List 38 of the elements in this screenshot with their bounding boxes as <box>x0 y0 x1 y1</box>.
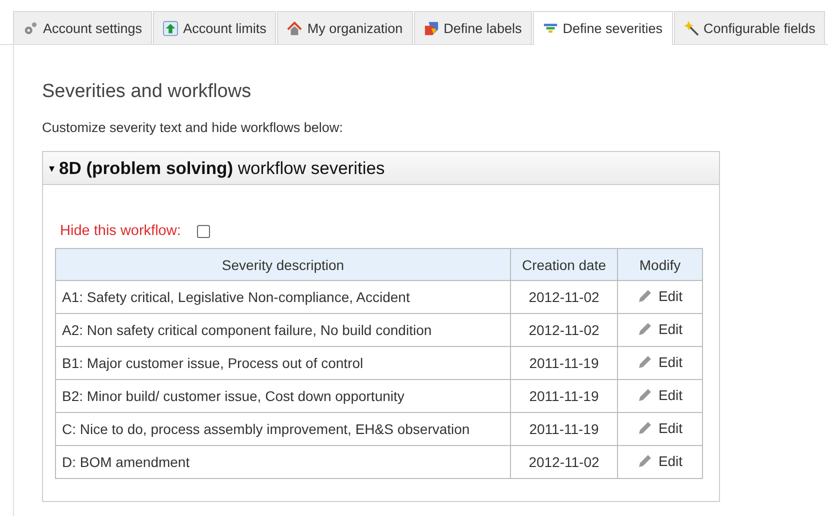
pencil-icon <box>637 320 654 336</box>
table-cell: C: Nice to do, process assembly improvement, EH&S observation <box>56 412 510 446</box>
tab[interactable]: Define labels <box>414 11 532 44</box>
pencil-icon <box>637 452 654 468</box>
tab[interactable]: My organization <box>277 11 413 44</box>
table-cell: 2012-11-02 <box>510 314 618 346</box>
hide-workflow-checkbox[interactable] <box>196 224 210 238</box>
column-header: Severity description <box>56 248 510 280</box>
column-header: Modify <box>618 248 702 280</box>
hide-workflow-label: Hide this workflow: <box>60 223 181 239</box>
pencil-icon <box>637 288 654 304</box>
table-cell: 2012-11-02 <box>510 280 618 314</box>
column-header: Creation date <box>510 248 618 280</box>
tab[interactable]: Account limits <box>153 11 276 44</box>
gears-icon <box>23 20 38 36</box>
table-cell: B2: Minor build/ customer issue, Cost down opportunity <box>56 380 510 412</box>
table-cell: D: BOM amendment <box>56 446 510 478</box>
table-cell: 2011-11-19 <box>510 346 618 380</box>
table-cell: B1: Major customer issue, Process out of control <box>56 346 510 380</box>
table-cell: A1: Safety critical, Legislative Non-compliance, Accident <box>56 280 510 314</box>
arrow-up-icon <box>163 20 178 36</box>
page-heading: Severities and workflows <box>42 81 252 103</box>
table-cell: 2012-11-02 <box>510 446 618 478</box>
tab[interactable]: Define severities <box>532 11 672 45</box>
magic-wand-icon <box>684 20 698 36</box>
tab[interactable]: Configurable fields <box>674 11 826 44</box>
tab[interactable]: Account settings <box>13 11 152 44</box>
pencil-icon <box>637 386 654 402</box>
intro-text: Customize severity text and hide workflows below: <box>42 120 344 135</box>
table-cell: A2: Non safety critical component failure, No build condition <box>56 314 510 346</box>
pencil-icon <box>637 420 654 436</box>
house-icon <box>287 20 302 36</box>
collapse-toggle[interactable]: ▾ <box>49 162 55 174</box>
panel-title: 8D (problem solving) workflow severities <box>59 158 385 178</box>
table-cell: 2011-11-19 <box>510 380 618 412</box>
pencil-icon <box>637 354 654 370</box>
table-cell: 2011-11-19 <box>510 412 618 446</box>
tag-icon <box>424 20 439 36</box>
